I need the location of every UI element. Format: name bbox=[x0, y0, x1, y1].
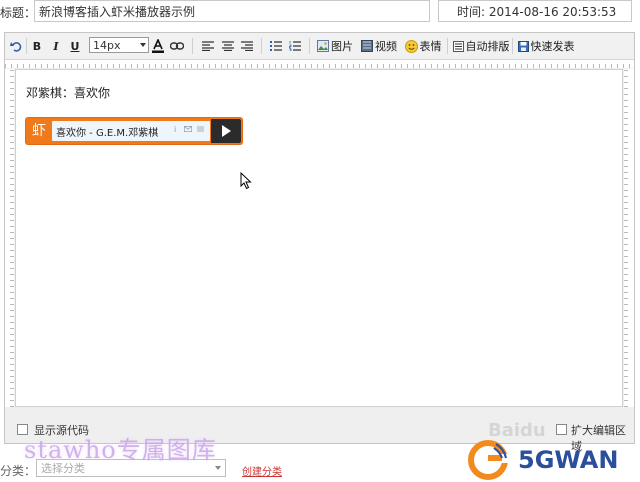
italic-button[interactable]: I bbox=[49, 37, 63, 55]
mouse-pointer-icon bbox=[240, 172, 252, 190]
quick-publish-label: 快速发表 bbox=[530, 40, 575, 53]
xiami-logo: 虾 bbox=[32, 123, 46, 139]
mail-icon[interactable] bbox=[183, 125, 193, 134]
image-label: 图片 bbox=[331, 40, 353, 53]
link-icon[interactable] bbox=[169, 37, 185, 55]
font-color-button[interactable] bbox=[151, 37, 165, 55]
save-icon bbox=[517, 40, 529, 52]
title-label: 标题： bbox=[0, 6, 37, 20]
player-track-title: 喜欢你 - G.E.M.邓紫棋 bbox=[56, 128, 159, 139]
toolbar-divider bbox=[309, 38, 310, 54]
rich-text-editor: B I U 14px 图片 视频 表情 自动排版 快速发表 邓紫棋：喜欢你 虾 … bbox=[4, 32, 635, 453]
toolbar-divider bbox=[261, 38, 262, 54]
emoji-label: 表情 bbox=[419, 40, 442, 53]
smiley-icon bbox=[404, 39, 418, 53]
play-button[interactable] bbox=[211, 119, 241, 143]
title-row: 标题： 新浪博客插入虾米播放器示例 时间: 2014-08-16 20:53:5… bbox=[0, 0, 640, 26]
time-display: 时间: 2014-08-16 20:53:53 bbox=[438, 0, 632, 22]
bold-button[interactable]: B bbox=[30, 37, 44, 55]
player-track-info: 喜欢你 - G.E.M.邓紫棋 i bbox=[52, 121, 210, 141]
title-input[interactable]: 新浪博客插入虾米播放器示例 bbox=[34, 0, 430, 22]
align-left-icon[interactable] bbox=[201, 37, 215, 55]
quick-publish-button[interactable]: 快速发表 bbox=[516, 37, 576, 55]
numbered-list-icon[interactable] bbox=[288, 37, 302, 55]
toolbar-divider bbox=[192, 38, 193, 54]
font-size-select[interactable]: 14px bbox=[89, 37, 149, 53]
format-icon bbox=[452, 40, 464, 52]
video-label: 视频 bbox=[375, 40, 397, 53]
horizontal-ruler bbox=[5, 60, 634, 68]
align-right-icon[interactable] bbox=[240, 37, 254, 55]
toolbar-divider bbox=[447, 38, 448, 54]
content-text-line: 邓紫棋：喜欢你 bbox=[26, 86, 111, 100]
vertical-ruler-left bbox=[5, 69, 14, 407]
watermark-text: stawho专属图库 bbox=[24, 436, 217, 464]
editor-content-area[interactable]: 邓紫棋：喜欢你 虾 喜欢你 - G.E.M.邓紫棋 i bbox=[15, 69, 623, 407]
brand-g-icon bbox=[468, 440, 508, 480]
underline-button[interactable]: U bbox=[68, 37, 82, 55]
video-icon bbox=[361, 40, 373, 52]
brand-text: 5GWAN bbox=[518, 446, 619, 474]
bullet-list-icon[interactable] bbox=[269, 37, 283, 55]
site-brand-logo: 5GWAN bbox=[468, 440, 640, 480]
auto-format-label: 自动排版 bbox=[465, 40, 510, 53]
chevron-down-icon bbox=[215, 466, 221, 470]
align-center-icon[interactable] bbox=[221, 37, 235, 55]
expand-editor-checkbox[interactable] bbox=[556, 424, 567, 435]
toolbar-divider bbox=[26, 38, 27, 54]
menu-icon[interactable] bbox=[197, 125, 204, 134]
insert-image-button[interactable]: 图片 bbox=[315, 37, 355, 55]
vertical-ruler-right bbox=[624, 69, 634, 407]
create-category-link[interactable]: 创建分类 bbox=[242, 463, 282, 478]
auto-format-button[interactable]: 自动排版 bbox=[452, 37, 510, 55]
editor-toolbar: B I U 14px 图片 视频 表情 自动排版 快速发表 bbox=[5, 33, 634, 60]
image-icon bbox=[317, 40, 329, 52]
insert-video-button[interactable]: 视频 bbox=[359, 37, 399, 55]
undo-icon[interactable] bbox=[9, 37, 23, 55]
font-size-value: 14px bbox=[93, 39, 121, 52]
xiami-music-player[interactable]: 虾 喜欢你 - G.E.M.邓紫棋 i bbox=[26, 118, 242, 144]
info-icon[interactable]: i bbox=[174, 125, 176, 134]
insert-emoji-button[interactable]: 表情 bbox=[403, 37, 443, 55]
chevron-down-icon bbox=[140, 43, 146, 47]
toolbar-divider bbox=[512, 38, 513, 54]
baidu-watermark: Baidu bbox=[488, 420, 546, 441]
